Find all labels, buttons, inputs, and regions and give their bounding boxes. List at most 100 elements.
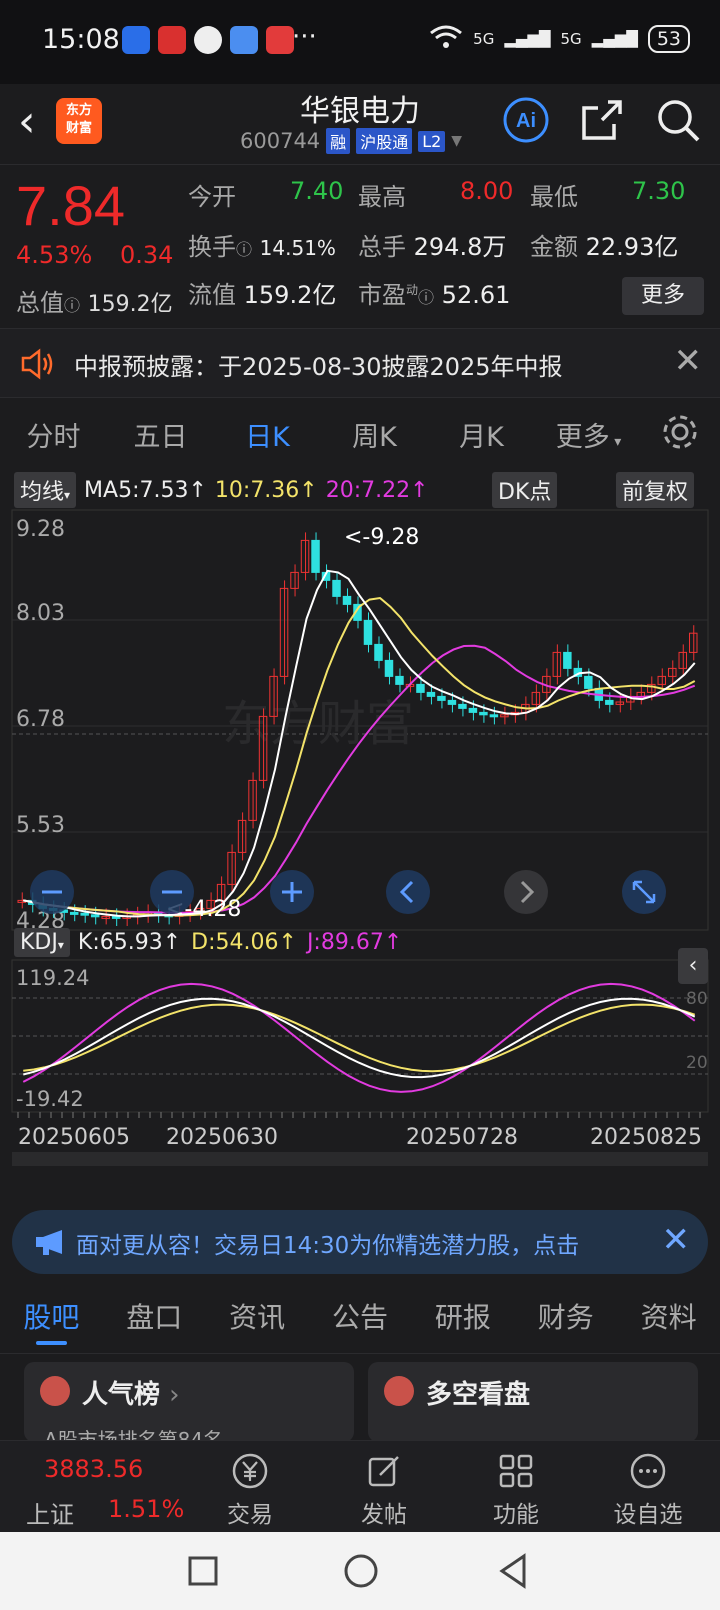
promo-banner[interactable]: 面对更从容！交易日14:30为你精选潜力股，点击 ✕ [12,1210,708,1274]
ma20-value: 20:7.22↑ [325,477,429,503]
candle [311,539,320,573]
candle [426,691,436,697]
nav-functions[interactable]: 功能 [466,1451,566,1529]
y-axis-label: 8.03 [16,601,65,626]
app-notification-icon [158,26,186,54]
tab-intraday[interactable]: 分时 [0,415,107,454]
stock-header: ‹ 东方 财富 华银电力 600744 融 沪股通 L2 ▼ Ai [0,84,720,164]
signal-bars-icon: ▂▄▆█ [504,30,551,48]
notice-text: 中报预披露：于2025-08-30披露2025年中报 [74,353,563,381]
ma10-line [23,596,696,917]
app-notification-icon [194,26,222,54]
share-icon[interactable] [578,96,626,144]
home-icon[interactable] [342,1552,380,1590]
tab-daily-k[interactable]: 日K [214,415,321,454]
candle [447,699,457,705]
high-field: 最高 [358,183,406,211]
collapse-icon[interactable]: ‹ [678,948,708,984]
tab-announcement[interactable]: 公告 [309,1282,412,1353]
high-value: 8.00 [460,177,514,205]
nav-watchlist[interactable]: 设自选 [598,1451,698,1529]
margin-tag: 融 [326,128,351,154]
tab-more[interactable]: 更多 ▾ [535,415,642,454]
close-icon[interactable]: ✕ [662,1220,691,1260]
candle [384,659,394,677]
search-icon[interactable] [654,96,702,144]
date-label: 20250605 [18,1125,130,1150]
kdj-k-value: K:65.93↑ [77,930,182,955]
candle [69,911,79,915]
y-axis-label: 9.28 [16,517,65,542]
more-button[interactable]: 更多 [622,277,704,315]
tab-profile[interactable]: 资料 [617,1282,720,1353]
kdj-80-label: 80 [686,989,708,1009]
nav-post[interactable]: 发帖 [334,1451,434,1529]
open-value: 7.40 [290,177,344,205]
float-field: 流值 159.2亿 [188,281,337,309]
notice-bar[interactable]: 中报预披露：于2025-08-30披露2025年中报 ✕ [0,328,720,398]
candle [332,579,341,597]
level2-tag: L2 [418,130,446,152]
index-percent[interactable]: 1.51% [108,1495,184,1523]
ai-icon[interactable]: Ai [502,96,550,144]
candle [374,643,383,661]
system-nav-bar [0,1532,720,1610]
date-label: 20250825 [590,1125,702,1150]
kdj-top-label: 119.24 [16,966,89,990]
dropdown-icon[interactable]: ▼ [451,133,462,149]
scrollbar[interactable] [12,1152,708,1166]
kline-chart[interactable]: 东方财富 9.28 8.03 6.78 5.53 4.28 <-9.28 <-4… [0,500,720,1200]
candle [563,651,572,669]
app-notification-icon [230,26,258,54]
zoom-out-button[interactable] [30,870,74,914]
battery-icon: 53 [647,25,690,53]
candle [342,595,352,605]
yuan-icon [232,1453,268,1489]
date-label: 20250630 [166,1125,278,1150]
kdj-legend: KDJ▾ K:65.93↑ D:54.06↑ J:89.67↑ [14,928,402,957]
tab-research[interactable]: 研报 [411,1282,514,1353]
candle [605,699,614,705]
tab-weekly-k[interactable]: 周K [321,415,428,454]
long-short-card[interactable]: 多空看盘 [368,1362,698,1442]
zoom-in-button[interactable] [270,870,314,914]
more-circle-icon [630,1453,666,1489]
zoom-out-button[interactable] [150,870,194,914]
index-name[interactable]: 上证 [26,1495,74,1530]
high-marker: <-9.28 [344,525,419,550]
candle [437,695,446,701]
y-axis-label: 6.78 [16,707,65,732]
ma5-value: MA5:7.53↑ [84,477,207,503]
nav-trade[interactable]: 交易 [200,1451,300,1529]
pe-field: 市盈动ⓘ 52.61 [358,281,511,309]
index-value[interactable]: 3883.56 [44,1455,143,1483]
gear-icon[interactable] [658,410,702,454]
close-icon[interactable]: ✕ [674,341,703,381]
low-field: 最低 [530,183,578,211]
kdj-d-value: D:54.06↑ [191,930,297,955]
tab-pankou[interactable]: 盘口 [103,1282,206,1353]
recent-apps-icon[interactable] [186,1554,220,1588]
scroll-right-button[interactable] [504,870,548,914]
candle [395,675,404,685]
chart-tabs: 分时 五日 日K 周K 月K 更多 ▾ [0,398,720,470]
tab-finance[interactable]: 财务 [514,1282,617,1353]
signal-bars-icon: ▂▄▆█ [591,30,638,48]
kdj-button[interactable]: KDJ▾ [14,928,70,957]
current-price: 7.84 [16,174,125,237]
kdj-j-value: J:89.67↑ [306,930,403,955]
tab-five-day[interactable]: 五日 [107,415,214,454]
back-nav-icon[interactable] [496,1552,530,1590]
kdj-bottom-label: -19.42 [16,1087,84,1111]
candle [80,912,89,916]
tab-guba[interactable]: 股吧 [0,1282,103,1353]
tab-news[interactable]: 资讯 [206,1282,309,1353]
tab-monthly-k[interactable]: 月K [428,415,535,454]
candle [584,675,593,689]
candle [479,711,488,716]
fullscreen-button[interactable] [622,870,666,914]
scroll-left-button[interactable] [386,870,430,914]
kdj-d-line [23,1003,696,1073]
popularity-card[interactable]: 人气榜 › A股市场排名第84名 [24,1362,354,1442]
candle [248,779,257,821]
